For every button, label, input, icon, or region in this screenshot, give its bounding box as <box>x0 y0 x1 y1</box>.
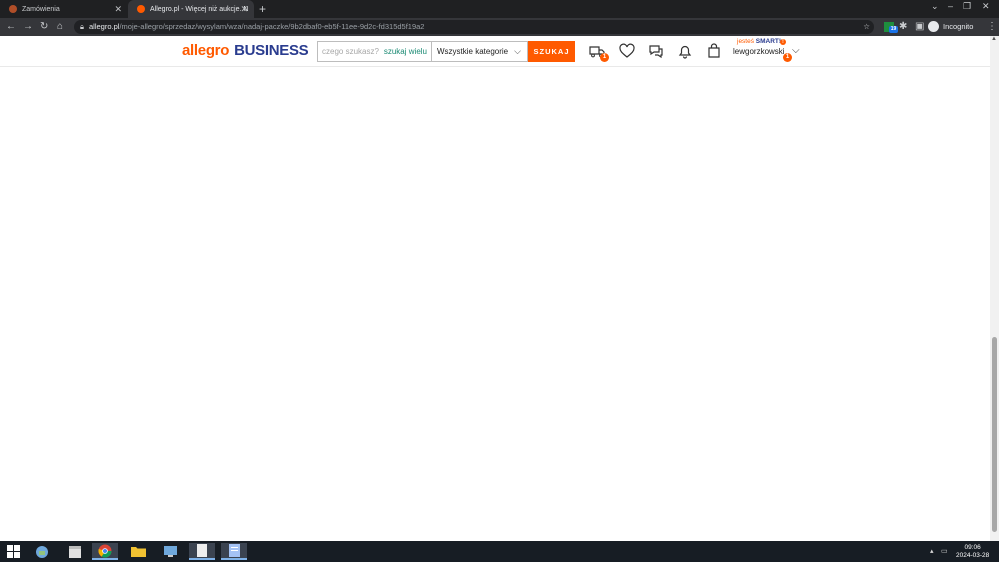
bookmark-star-icon[interactable]: ☆ <box>863 20 870 34</box>
chevron-down-icon: ⌵ <box>514 46 521 56</box>
page-scrollbar[interactable]: ▲ <box>990 36 999 541</box>
multi-search-link[interactable]: szukaj wielu <box>384 42 427 61</box>
shopping-bag-icon[interactable] <box>706 43 722 59</box>
taskbar-network-icon[interactable] <box>157 543 183 560</box>
category-select[interactable]: Wszystkie kategorie ⌵ <box>431 41 528 62</box>
tab-title: Allegro.pl - Więcej niż aukcje. N <box>150 5 249 13</box>
home-icon[interactable]: ⌂ <box>57 21 63 33</box>
taskbar-document-icon[interactable] <box>189 543 215 560</box>
search-input[interactable]: czego szukasz? szukaj wielu <box>317 41 432 62</box>
taskbar-app-icon[interactable] <box>29 543 55 560</box>
url-host: allegro.pl <box>89 22 120 31</box>
clock[interactable]: 09:06 2024-03-28 <box>956 544 989 560</box>
chevron-down-icon[interactable]: ⌵ <box>792 45 800 56</box>
start-button[interactable] <box>0 543 26 560</box>
smart-status[interactable]: jesteś SMART! <box>737 38 781 45</box>
allegro-favicon-icon <box>137 5 145 13</box>
smart-badge: ! <box>780 39 786 45</box>
reload-icon[interactable]: ↻ <box>40 21 48 33</box>
search-placeholder: czego szukasz? <box>322 47 379 56</box>
cart-badge: 1 <box>600 53 609 62</box>
lock-icon: 🔒︎ <box>80 22 84 31</box>
taskbar-folder-icon[interactable] <box>125 543 151 560</box>
extension-badge: 19 <box>889 26 898 33</box>
taskbar-film-icon[interactable] <box>62 543 88 560</box>
incognito-icon <box>928 21 939 32</box>
tab-zamowienia[interactable]: Zamówienia ✕ <box>0 0 128 18</box>
close-window-icon[interactable]: ✕ <box>982 1 990 12</box>
taskbar: ▴ ▭ 09:06 2024-03-28 <box>0 541 999 562</box>
main-content <box>0 67 990 541</box>
browser-tab-bar: Zamówienia ✕ Allegro.pl - Więcej niż auk… <box>0 0 999 18</box>
tab-close-icon[interactable]: ✕ <box>240 3 248 15</box>
extensions-puzzle-icon[interactable]: ✱ <box>899 21 907 33</box>
url-path: /moje-allegro/sprzedaz/wysylam/wza/nadaj… <box>119 22 425 31</box>
side-panel-icon[interactable]: ▣ <box>915 21 924 33</box>
tab-allegro-active[interactable]: Allegro.pl - Więcej niż aukcje. N ✕ <box>128 0 254 18</box>
site-header: allegro BUSINESS czego szukasz? szukaj wi… <box>0 36 990 67</box>
incognito-label: Incognito <box>943 22 974 31</box>
forward-icon[interactable]: → <box>23 21 33 33</box>
tab-close-icon[interactable]: ✕ <box>114 3 122 15</box>
tab-search-chevron-icon[interactable]: ⌄ <box>931 1 939 12</box>
restore-icon[interactable]: ❐ <box>963 1 971 12</box>
browser-toolbar: ← → ↻ ⌂ 🔒︎ allegro.pl/moje-allegro/sprzed… <box>0 18 999 36</box>
messages-icon[interactable] <box>648 43 664 59</box>
scroll-up-icon[interactable]: ▲ <box>991 36 997 42</box>
minimize-icon[interactable]: – <box>948 1 953 11</box>
search-button[interactable]: SZUKAJ <box>528 41 575 62</box>
allegro-business-logo[interactable]: allegro BUSINESS <box>182 42 309 59</box>
bell-icon[interactable] <box>677 43 693 59</box>
username[interactable]: lewgorzkowski <box>733 47 785 56</box>
taskbar-notepad-icon[interactable] <box>221 543 247 560</box>
address-bar[interactable]: 🔒︎ allegro.pl/moje-allegro/sprzedaz/wysyl… <box>74 20 874 34</box>
category-selected: Wszystkie kategorie <box>437 47 509 56</box>
incognito-indicator[interactable]: Incognito <box>928 21 973 32</box>
taskbar-chrome-icon[interactable] <box>92 543 118 560</box>
new-tab-button[interactable]: + <box>259 2 266 16</box>
tray-chevron-up-icon[interactable]: ▴ <box>930 547 934 555</box>
network-status-icon[interactable]: ▭ <box>941 547 948 555</box>
browser-menu-icon[interactable]: ⋮ <box>987 21 997 33</box>
user-badge: 1 <box>783 53 792 62</box>
tab-title: Zamówienia <box>22 5 60 13</box>
scroll-thumb[interactable] <box>992 337 997 532</box>
heart-icon[interactable] <box>619 43 635 59</box>
back-icon[interactable]: ← <box>6 21 16 33</box>
windows-logo-icon <box>6 545 20 558</box>
allegro-favicon-icon <box>9 5 17 13</box>
